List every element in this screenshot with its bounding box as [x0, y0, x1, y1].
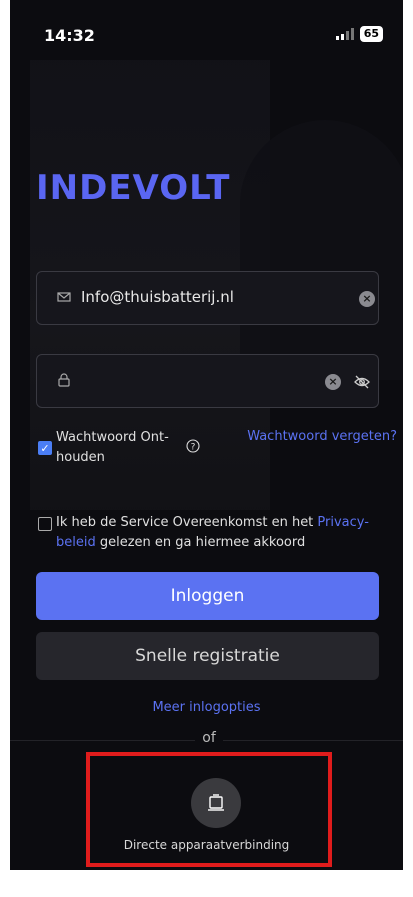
remember-checkbox[interactable]: ✓	[38, 441, 52, 455]
login-button[interactable]: Inloggen	[36, 572, 379, 620]
password-field[interactable]: ×	[36, 354, 379, 408]
eye-off-icon[interactable]	[353, 374, 371, 390]
register-button[interactable]: Snelle registratie	[36, 632, 379, 680]
signal-icon	[335, 28, 354, 40]
agreement-checkbox[interactable]	[38, 517, 52, 531]
privacy-link-2[interactable]: beleid	[56, 535, 96, 550]
forgot-password-link[interactable]: Wachtwoord vergeten?	[247, 427, 397, 447]
status-indicators: 65	[335, 26, 383, 42]
battery-indicator: 65	[359, 26, 383, 42]
remember-label: Wachtwoord Ont- houden	[56, 430, 169, 465]
brand-logo: INDEVOLT	[36, 168, 231, 208]
status-time: 14:32	[44, 26, 95, 45]
clear-icon[interactable]: ×	[325, 374, 341, 390]
agreement-text: Ik heb de Service Overeenkomst en het Pr…	[56, 515, 369, 550]
more-login-options-link[interactable]: Meer inlogopties	[10, 700, 403, 715]
bottom-margin	[0, 870, 413, 897]
svg-text:?: ?	[191, 443, 196, 453]
email-input-value[interactable]: Info@thuisbatterij.nl	[81, 288, 234, 306]
clear-icon[interactable]: ×	[359, 291, 375, 307]
highlight-box	[86, 752, 332, 867]
lock-icon	[58, 373, 70, 387]
help-icon[interactable]: ?	[186, 439, 200, 453]
email-field[interactable]: Info@thuisbatterij.nl ×	[36, 271, 379, 325]
or-label: of	[195, 730, 223, 746]
background-decoration-arch	[240, 120, 403, 380]
mail-icon	[57, 292, 71, 302]
privacy-link[interactable]: Privacy-	[317, 515, 369, 530]
